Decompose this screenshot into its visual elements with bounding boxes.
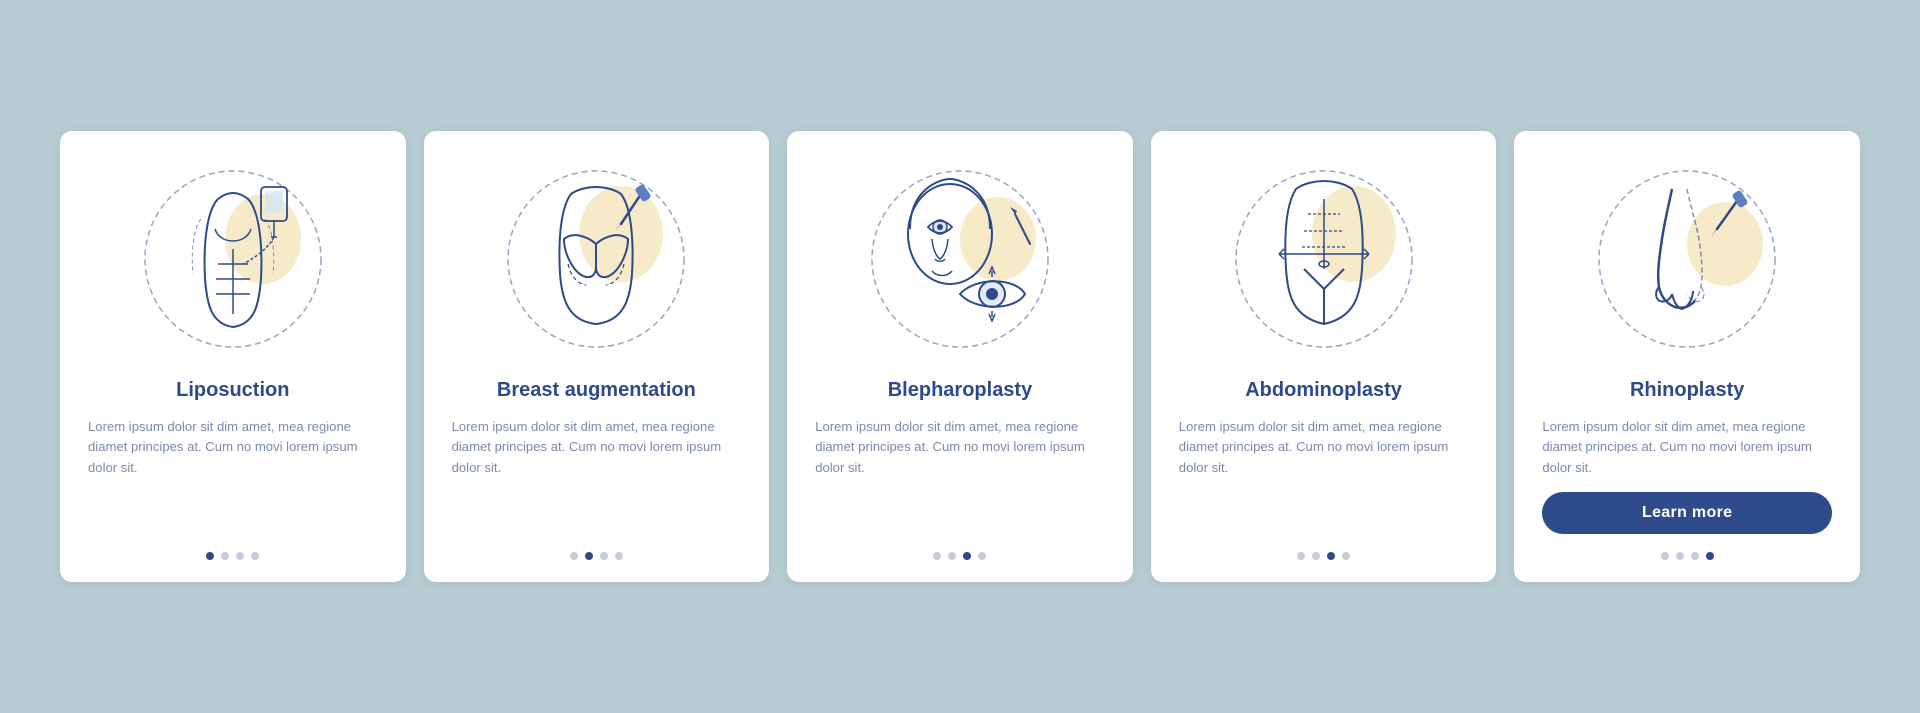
breast-augmentation-title: Breast augmentation [497,377,696,403]
dot-2 [585,552,593,560]
abdominoplasty-illustration [1224,159,1424,359]
rhinoplasty-title: Rhinoplasty [1630,377,1744,403]
dot-4 [615,552,623,560]
card-breast-augmentation: Breast augmentation Lorem ipsum dolor si… [424,131,770,582]
dot-3 [1327,552,1335,560]
liposuction-dots [206,552,259,560]
breast-augmentation-body: Lorem ipsum dolor sit dim amet, mea regi… [452,417,742,534]
dot-1 [570,552,578,560]
dot-2 [221,552,229,560]
dot-1 [1297,552,1305,560]
dot-4 [1342,552,1350,560]
rhinoplasty-illustration [1587,159,1787,359]
liposuction-title: Liposuction [176,377,289,403]
breast-augmentation-illustration [496,159,696,359]
blepharoplasty-dots [933,552,986,560]
card-liposuction: Liposuction Lorem ipsum dolor sit dim am… [60,131,406,582]
card-rhinoplasty: Rhinoplasty Lorem ipsum dolor sit dim am… [1514,131,1860,582]
learn-more-button[interactable]: Learn more [1542,492,1832,534]
cards-container: Liposuction Lorem ipsum dolor sit dim am… [60,131,1860,582]
card-abdominoplasty: Abdominoplasty Lorem ipsum dolor sit dim… [1151,131,1497,582]
dot-3 [600,552,608,560]
dot-4 [1706,552,1714,560]
liposuction-illustration [133,159,333,359]
dot-2 [1312,552,1320,560]
card-blepharoplasty: Blepharoplasty Lorem ipsum dolor sit dim… [787,131,1133,582]
blepharoplasty-title: Blepharoplasty [888,377,1032,403]
dot-2 [948,552,956,560]
dot-3 [963,552,971,560]
dot-2 [1676,552,1684,560]
rhinoplasty-body: Lorem ipsum dolor sit dim amet, mea regi… [1542,417,1832,478]
dot-1 [1661,552,1669,560]
dot-4 [978,552,986,560]
breast-augmentation-dots [570,552,623,560]
dot-1 [933,552,941,560]
dot-3 [1691,552,1699,560]
abdominoplasty-title: Abdominoplasty [1245,377,1402,403]
abdominoplasty-body: Lorem ipsum dolor sit dim amet, mea regi… [1179,417,1469,534]
liposuction-body: Lorem ipsum dolor sit dim amet, mea regi… [88,417,378,534]
dot-4 [251,552,259,560]
blepharoplasty-body: Lorem ipsum dolor sit dim amet, mea regi… [815,417,1105,534]
dot-3 [236,552,244,560]
blepharoplasty-illustration [860,159,1060,359]
dot-1 [206,552,214,560]
abdominoplasty-dots [1297,552,1350,560]
rhinoplasty-dots [1661,552,1714,560]
